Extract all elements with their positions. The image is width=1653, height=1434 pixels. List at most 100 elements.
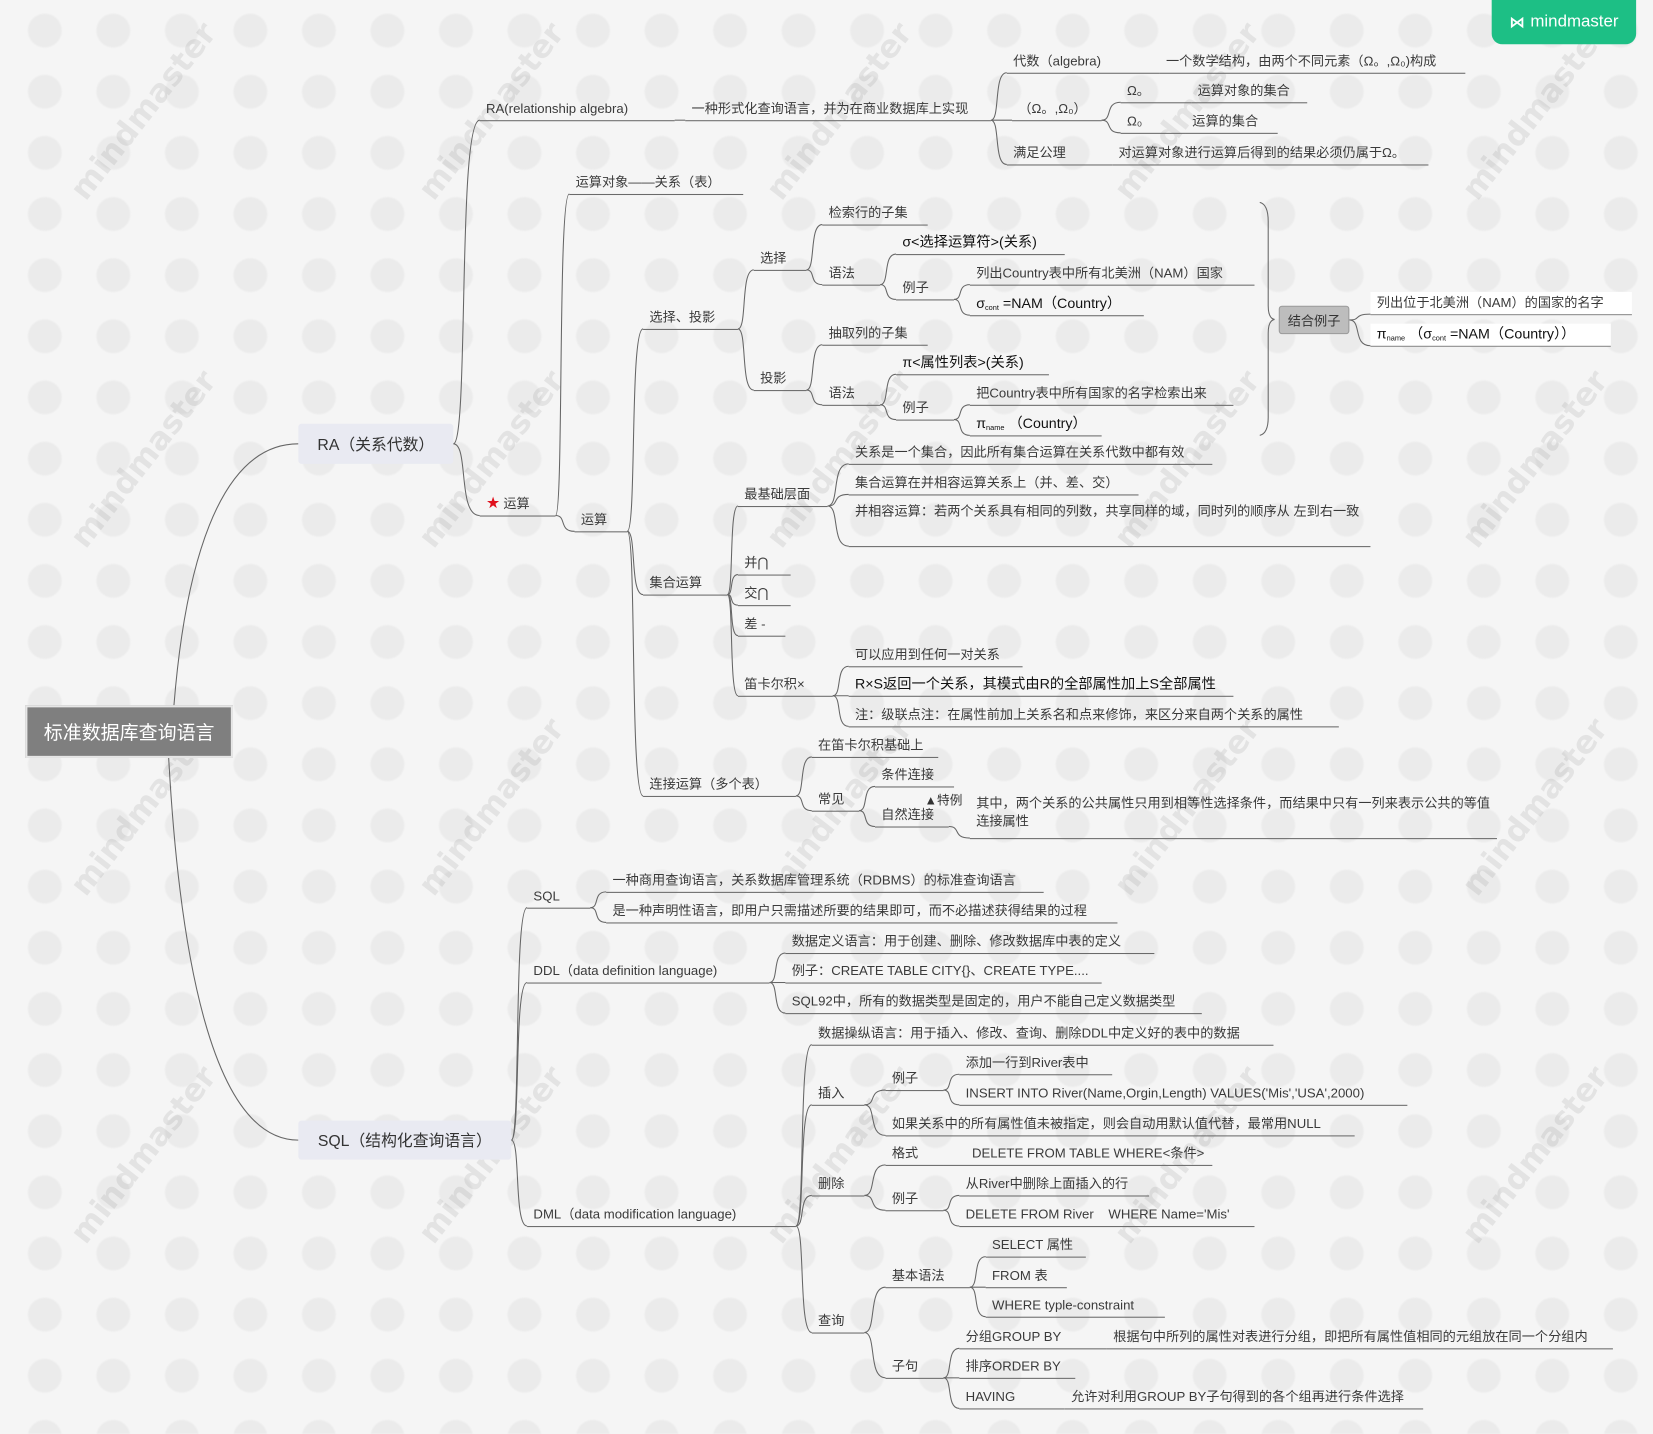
connector — [769, 952, 786, 984]
node-natural-join-desc[interactable]: 其中，两个关系的公共属性只用到相等性选择条件，而结果中只有一列来表示公共的等值连… — [969, 795, 1497, 840]
connector — [864, 1331, 886, 1379]
node-basic-item[interactable]: 并相容运算：若两个关系具有相同的列数，共享同样的域，同时列的顺序从 左到右一致 — [848, 503, 1371, 548]
connector — [1101, 101, 1121, 121]
node-intersect[interactable]: 交⋂ — [737, 583, 791, 607]
mindmaster-logo[interactable]: ⋈ mindmaster — [1491, 0, 1637, 45]
node-project[interactable]: 投影 — [753, 368, 807, 392]
connector — [510, 1139, 528, 1227]
node-join-base[interactable]: 在笛卡尔积基础上 — [811, 735, 939, 758]
node-select-example-formula[interactable]: σcont =NAM（Country） — [969, 293, 1144, 317]
node-algebra-desc[interactable]: 一个数学结构，由两个不同元素（Ω。,Ω₀)构成 — [1159, 51, 1466, 74]
node-sql-item[interactable]: 一种商用查询语言，关系数据库管理系统（RDBMS）的标准查询语言 — [606, 870, 1044, 893]
topic-sql[interactable]: SQL（结构化查询语言） — [298, 1120, 512, 1160]
node-operations[interactable]: ★ 运算 — [479, 493, 556, 517]
node-operand[interactable]: 运算对象——关系（表） — [569, 172, 744, 196]
node-omega-a[interactable]: Ω。 — [1120, 80, 1192, 104]
node-delete[interactable]: 删除 — [811, 1173, 865, 1197]
node-insert-note[interactable]: 如果关系中的所有属性值未被指定，则会自动用默认值代替，最常用NULL — [885, 1113, 1355, 1137]
node-basic-item[interactable]: 集合运算在并相容运算关系上（并、差、交） — [848, 472, 1139, 496]
node-join-common[interactable]: 常见 — [811, 789, 860, 812]
node-set-operations[interactable]: 集合运算 — [643, 572, 728, 596]
node-sql[interactable]: SQL — [527, 886, 591, 909]
node-omega-a-desc[interactable]: 运算对象的集合 — [1191, 80, 1308, 104]
node-combined-example[interactable]: 结合例子 — [1278, 305, 1350, 335]
connector — [943, 1073, 960, 1091]
node-delete-example[interactable]: 例子 — [885, 1188, 944, 1212]
node-omega-pair[interactable]: （Ω。,Ω₀） — [1012, 98, 1102, 122]
node-algebra[interactable]: 代数（algebra) — [1006, 51, 1160, 74]
node-conditional-join[interactable]: 条件连接 — [874, 764, 955, 788]
node-query-basic-item[interactable]: SELECT 属性 — [985, 1234, 1086, 1258]
node-project-example[interactable]: 例子 — [896, 397, 955, 421]
node-select-formula[interactable]: σ<选择运算符>(关系) — [896, 232, 1065, 256]
node-insert-example-item[interactable]: 添加一行到River表中 — [959, 1052, 1113, 1076]
node-select-project[interactable]: 选择、投影 — [643, 307, 738, 330]
node-query-basic[interactable]: 基本语法 — [885, 1265, 970, 1289]
node-dml-desc[interactable]: 数据操纵语言：用于插入、修改、查询、删除DDL中定义好的表中的数据 — [811, 1023, 1274, 1046]
node-cartesian-item[interactable]: R×S返回一个关系，其模式由R的全部属性加上S全部属性 — [848, 674, 1234, 697]
node-select-syntax[interactable]: 语法 — [822, 262, 881, 286]
node-op[interactable]: 运算 — [574, 509, 628, 533]
topic-ra[interactable]: RA（关系代数） — [298, 423, 454, 464]
node-delete-example-item[interactable]: 从River中删除上面插入的行 — [959, 1173, 1150, 1197]
node-insert-example-item[interactable]: INSERT INTO River(Name,Orgin,Length) VAL… — [959, 1083, 1408, 1106]
node-omega-0[interactable]: Ω₀ — [1120, 111, 1186, 134]
node-difference[interactable]: 差 - — [737, 614, 786, 637]
node-ddl[interactable]: DDL（data definition language) — [527, 960, 770, 984]
node-insert[interactable]: 插入 — [811, 1083, 865, 1106]
node-group-by-desc[interactable]: 根据句中所列的属性对表进行分组，即把所有属性值相同的元组放在同一个分组内 — [1106, 1326, 1613, 1350]
connector — [727, 594, 738, 606]
connector — [827, 493, 849, 507]
node-cartesian-item[interactable]: 注：级联点注：在属性前加上关系名和点来修饰，来区分来自两个关系的属性 — [848, 704, 1339, 728]
node-ddl-item[interactable]: SQL92中，所有的数据类型是固定的，用户不能自己定义数据类型 — [785, 991, 1202, 1015]
node-select-subset[interactable]: 检索行的子集 — [822, 202, 928, 226]
node-join[interactable]: 连接运算（多个表） — [643, 774, 796, 797]
node-basic-item[interactable]: 关系是一个集合，因此所有集合运算在关系代数中都有效 — [848, 442, 1213, 465]
node-query[interactable]: 查询 — [811, 1310, 865, 1334]
root-topic[interactable]: 标准数据库查询语言 — [25, 705, 233, 758]
node-having[interactable]: HAVING — [959, 1386, 1065, 1410]
node-order-by[interactable]: 排序ORDER BY — [959, 1356, 1076, 1379]
node-basic-level[interactable]: 最基础层面 — [737, 484, 828, 508]
node-ddl-item[interactable]: 例子：CREATE TABLE CITY{}、CREATE TYPE.... — [785, 960, 1102, 984]
connector — [953, 298, 970, 316]
node-having-desc[interactable]: 允许对利用GROUP BY子句得到的各个组再进行条件选择 — [1064, 1386, 1424, 1410]
connector — [1349, 319, 1371, 347]
node-insert-example[interactable]: 例子 — [885, 1068, 944, 1092]
node-delete-example-item[interactable]: DELETE FROM River WHERE Name='Mis' — [959, 1204, 1255, 1228]
node-axiom-desc[interactable]: 对运算对象进行运算后得到的结果必须仍属于Ω。 — [1112, 142, 1429, 166]
connector — [864, 1089, 886, 1106]
node-union[interactable]: 并⋂ — [737, 552, 791, 576]
node-select-example-desc[interactable]: 列出Country表中所有北美洲（NAM）国家 — [969, 262, 1255, 286]
node-select[interactable]: 选择 — [753, 248, 807, 271]
connector — [510, 981, 528, 1141]
connector — [969, 1256, 986, 1288]
node-sql-item[interactable]: 是一种声明性语言，即用户只需描述所要的结果即可，而不必描述获得结果的过程 — [606, 900, 1118, 924]
node-ddl-item[interactable]: 数据定义语言：用于创建、删除、修改数据库中表的定义 — [785, 931, 1155, 955]
connector — [795, 1104, 813, 1227]
node-combined-desc[interactable]: 列出位于北美洲（NAM）的国家的名字 — [1370, 292, 1632, 316]
node-combined-formula[interactable]: πname （σcont =NAM（Country）） — [1370, 323, 1611, 347]
node-cartesian[interactable]: 笛卡尔积× — [737, 674, 833, 697]
connector — [943, 1089, 960, 1106]
node-ra-definition[interactable]: RA(relationship algebra) — [479, 98, 675, 122]
node-query-clause[interactable]: 子句 — [885, 1356, 944, 1379]
node-omega-0-desc[interactable]: 运算的集合 — [1185, 111, 1278, 134]
node-group-by[interactable]: 分组GROUP BY — [959, 1326, 1107, 1350]
special-case-note: ▲特例 — [924, 792, 963, 808]
node-project-syntax[interactable]: 语法 — [822, 383, 881, 406]
node-project-example-desc[interactable]: 把Country表中所有国家的名字检索出来 — [969, 383, 1234, 406]
node-ra-description[interactable]: 一种形式化查询语言，并为在商业数据库上实现 — [685, 98, 991, 122]
node-delete-format[interactable]: 格式 — [885, 1143, 944, 1166]
node-cartesian-item[interactable]: 可以应用到任何一对关系 — [848, 644, 1023, 668]
node-project-subset[interactable]: 抽取列的子集 — [822, 323, 928, 346]
node-delete-format-desc[interactable]: DELETE FROM TABLE WHERE<条件> — [943, 1143, 1213, 1166]
node-query-basic-item[interactable]: FROM 表 — [985, 1265, 1067, 1289]
node-project-formula[interactable]: π<属性列表>(关系) — [896, 352, 1049, 376]
node-axiom[interactable]: 满足公理 — [1006, 142, 1113, 166]
node-query-basic-item[interactable]: WHERE typle-constraint — [985, 1295, 1165, 1318]
connector — [864, 1286, 886, 1334]
node-dml[interactable]: DML（data modification language) — [527, 1204, 796, 1228]
node-select-example[interactable]: 例子 — [896, 277, 955, 301]
node-project-example-formula[interactable]: πname （Country） — [969, 413, 1102, 437]
